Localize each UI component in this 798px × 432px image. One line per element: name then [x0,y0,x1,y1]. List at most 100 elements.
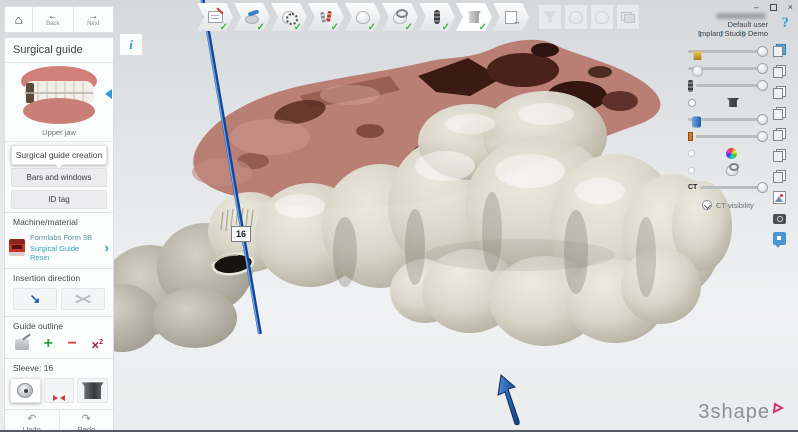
redo-button[interactable]: ↷ Redo [60,410,114,430]
logo-triangle-icon [772,402,784,414]
info-button[interactable]: i [119,33,143,56]
delete-outline-button[interactable]: ×2 [91,336,103,352]
row-color-wheel[interactable] [688,145,766,162]
chat-icon[interactable] [772,232,786,248]
add-outline-button[interactable]: + [44,336,53,352]
row-sleeve-dark[interactable] [688,94,766,111]
slider-track[interactable] [696,80,768,91]
panel-title: Surgical guide [5,38,113,63]
surgical-guide-panel: Surgical guide Upper jaw Surgical guide … [4,37,114,430]
back-button[interactable]: ← Back [33,7,74,32]
ct-label: CT [688,184,698,191]
printer-icon [9,239,25,256]
copy-icon[interactable] [772,86,786,99]
nav-bar: ⌂ ← Back → Next [4,6,114,33]
undo-icon: ↶ [27,413,37,426]
slider-row-sleeve-blue[interactable] [688,111,768,128]
remove-outline-button[interactable]: − [68,336,77,352]
slider-knob[interactable] [757,114,768,125]
crossed-tool-icon [75,293,91,305]
slider-track[interactable] [700,182,768,193]
redo-icon: ↷ [81,413,91,426]
dot-icon[interactable] [688,167,695,174]
sleeve-option-arrows[interactable] [43,378,75,404]
slider-track[interactable] [688,114,768,127]
toolbar-step-disabled-split [616,4,640,30]
copy-icon[interactable] [772,149,786,162]
next-button[interactable]: → Next [74,7,114,32]
slider-track[interactable] [688,46,768,60]
tooth-icon [569,10,583,24]
snapshot-icon[interactable] [772,191,786,204]
slider-knob[interactable] [757,80,768,91]
slider-track[interactable] [688,63,768,76]
home-button[interactable]: ⌂ [5,7,33,32]
row-tooth-sleeve[interactable] [688,162,766,179]
tooth-number-label: 16 [231,226,251,242]
close-button[interactable]: × [788,2,793,12]
marker-orange-icon [688,132,693,141]
ct-visibility-label: CT visibility [716,200,754,210]
toolbar-step-disabled-tooth-2 [590,4,614,30]
sleeve-option-large[interactable] [77,378,109,404]
help-button[interactable]: ? [782,15,790,32]
stage-bars-and-windows[interactable]: Bars and windows [11,168,107,187]
toolbar-step-guide[interactable]: ✓ [382,3,418,31]
sleeve-header: Sleeve: 16 [5,358,113,376]
toolbar-step-implant[interactable]: ✓ [419,3,455,31]
sleeve-option-disc[interactable] [10,378,41,404]
slider-knob[interactable] [757,63,768,74]
toolbar-step-export[interactable] [493,3,529,31]
toolbar-step-implant-planning[interactable]: ✓ [308,3,344,31]
tooth-icon [595,10,609,24]
next-label: Next [87,21,100,27]
viewport-3d-scene[interactable] [0,0,798,432]
radio-icon[interactable] [688,98,696,107]
toolbar-step-order[interactable]: ✓ [197,3,233,31]
toolbar-step-disabled-funnel [538,4,562,30]
toolbar-step-segmentation[interactable]: ✓ [271,3,307,31]
toolbar-step-sleeve-selected[interactable]: ✓ [456,3,492,31]
copy-icon[interactable] [772,170,786,183]
toolbar-step-disabled-tooth-1 [564,4,588,30]
toolbar-step-scans[interactable]: ✓ [234,3,270,31]
collapse-arrow-icon[interactable] [105,89,112,99]
slider-knob[interactable] [757,46,768,57]
back-label: Back [46,21,60,27]
outline-brush-icon[interactable] [15,338,29,350]
camera-icon[interactable] [772,214,786,224]
copy-icon[interactable] [772,65,786,78]
slider-knob[interactable] [757,182,768,193]
ct-visibility-toggle[interactable]: CT visibility [702,200,766,210]
panel-icon-column [766,43,792,248]
slider-row-implant[interactable] [688,77,768,94]
slider-knob[interactable] [757,131,768,142]
copy-blue-icon[interactable] [772,44,786,57]
app-name: Implant Studio Demo [697,28,768,38]
slider-row-marker[interactable] [688,128,768,145]
printer-material-selector[interactable]: Formlabs Form 3B Surgical Guide Resin › [5,230,113,268]
stage-surgical-guide-creation[interactable]: Surgical guide creation [11,145,107,168]
color-wheel-icon[interactable] [726,148,737,159]
user-info: Default user Implant Studio Demo [698,13,768,38]
guide-outline-tools: + − ×2 [5,334,113,358]
copy-icon[interactable] [772,107,786,120]
machine-material-header: Machine/material [5,212,113,230]
visibility-panel: 1 2 3 CT CT visibility [688,30,792,248]
undo-button[interactable]: ↶ Undo [5,410,60,430]
slider-row-tooth[interactable] [688,60,768,77]
jaw-thumbnail[interactable] [5,63,113,127]
minimize-button[interactable]: – [754,2,759,12]
copy-icon[interactable] [772,128,786,141]
insertion-arrow-icon: ↘ [29,291,41,306]
slider-row-ct[interactable]: CT [688,179,768,196]
slider-track[interactable] [696,131,768,142]
slider-row-sleeve-gold[interactable] [688,43,768,60]
toolbar-step-crown[interactable]: ✓ [345,3,381,31]
stage-id-tag[interactable]: ID tag [11,190,107,209]
printer-name: Formlabs Form 3B [30,233,93,242]
dot-icon[interactable] [688,150,695,157]
maximize-button[interactable] [769,3,777,11]
split-view-icon [621,11,635,23]
set-insertion-direction-button[interactable]: ↘ [13,288,57,310]
